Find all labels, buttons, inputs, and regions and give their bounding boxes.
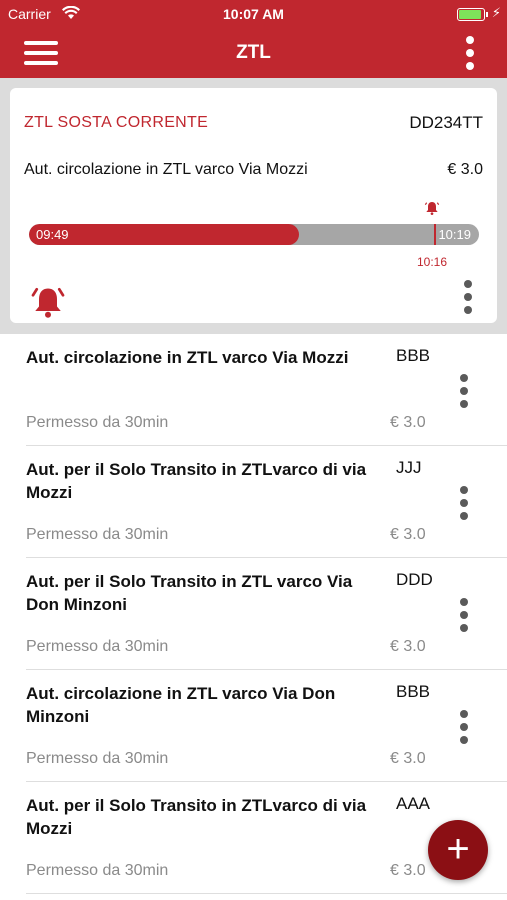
permit-title: Aut. per il Solo Transito in ZTL varco V… xyxy=(26,572,353,614)
permit-duration: Permesso da 30min xyxy=(26,862,169,879)
permit-plate: AAA xyxy=(396,794,431,813)
current-parking-title: ZTL SOSTA CORRENTE xyxy=(24,114,209,131)
permit-plate: BBB xyxy=(396,682,431,701)
permit-duration: Permesso da 30min xyxy=(26,414,169,431)
add-button[interactable]: + xyxy=(428,820,488,880)
status-bar: Carrier 10:07 AM ⚡ xyxy=(0,0,507,28)
permit-title: Aut. per il Solo Transito in ZTLvarco di… xyxy=(26,796,367,838)
permit-plate: BBB xyxy=(396,346,431,365)
more-icon[interactable] xyxy=(459,598,471,634)
battery-icon xyxy=(457,8,488,21)
permit-duration: Permesso da 30min xyxy=(26,638,169,655)
more-options-icon[interactable] xyxy=(463,34,477,72)
plus-icon: + xyxy=(446,827,470,871)
permit-price: € 3.0 xyxy=(390,638,426,655)
alarm-marker-icon xyxy=(424,200,440,216)
more-icon[interactable] xyxy=(459,486,471,522)
permit-plate: JJJ xyxy=(396,458,422,477)
permit-duration: Permesso da 30min xyxy=(26,526,169,543)
list-item[interactable]: Aut. circolazione in ZTL varco Via Mozzi… xyxy=(26,334,507,446)
list-item[interactable]: Aut. per il Solo Transito in ZTLvarco di… xyxy=(26,446,507,558)
time-progress-bar: 09:49 10:19 xyxy=(29,224,479,245)
charging-icon: ⚡ xyxy=(491,5,501,20)
permit-plate: DDD xyxy=(396,570,433,589)
permit-title: Aut. per il Solo Transito in ZTLvarco di… xyxy=(26,460,367,502)
permit-title: Aut. circolazione in ZTL varco Via Mozzi xyxy=(26,348,349,367)
current-price: € 3.0 xyxy=(447,161,483,178)
alarm-marker xyxy=(434,224,436,245)
more-icon[interactable] xyxy=(459,374,471,410)
list-item[interactable]: Aut. per il Solo Transito in ZTL varco V… xyxy=(26,558,507,670)
permit-title: Aut. circolazione in ZTL varco Via Don M… xyxy=(26,684,336,726)
permit-list: Aut. circolazione in ZTL varco Via Mozzi… xyxy=(0,334,507,894)
alarm-bell-icon[interactable] xyxy=(30,284,66,320)
end-time: 10:19 xyxy=(438,227,471,242)
permit-price: € 3.0 xyxy=(390,862,426,879)
start-time: 09:49 xyxy=(36,227,69,242)
nav-bar: ZTL xyxy=(0,28,507,78)
page-title: ZTL xyxy=(236,42,271,63)
current-parking-card[interactable]: ZTL SOSTA CORRENTE DD234TT Aut. circolaz… xyxy=(10,88,497,323)
current-plate: DD234TT xyxy=(409,113,483,132)
alarm-time: 10:16 xyxy=(417,255,448,269)
clock: 10:07 AM xyxy=(223,6,284,22)
current-description: Aut. circolazione in ZTL varco Via Mozzi xyxy=(24,161,308,178)
permit-price: € 3.0 xyxy=(390,414,426,431)
list-item[interactable]: Aut. circolazione in ZTL varco Via Don M… xyxy=(26,670,507,782)
time-progress-fill xyxy=(29,224,299,245)
current-more-icon[interactable] xyxy=(463,280,475,316)
permit-duration: Permesso da 30min xyxy=(26,750,169,767)
permit-price: € 3.0 xyxy=(390,526,426,543)
current-parking-section: ZTL SOSTA CORRENTE DD234TT Aut. circolaz… xyxy=(0,78,507,334)
more-icon[interactable] xyxy=(459,710,471,746)
permit-price: € 3.0 xyxy=(390,750,426,767)
